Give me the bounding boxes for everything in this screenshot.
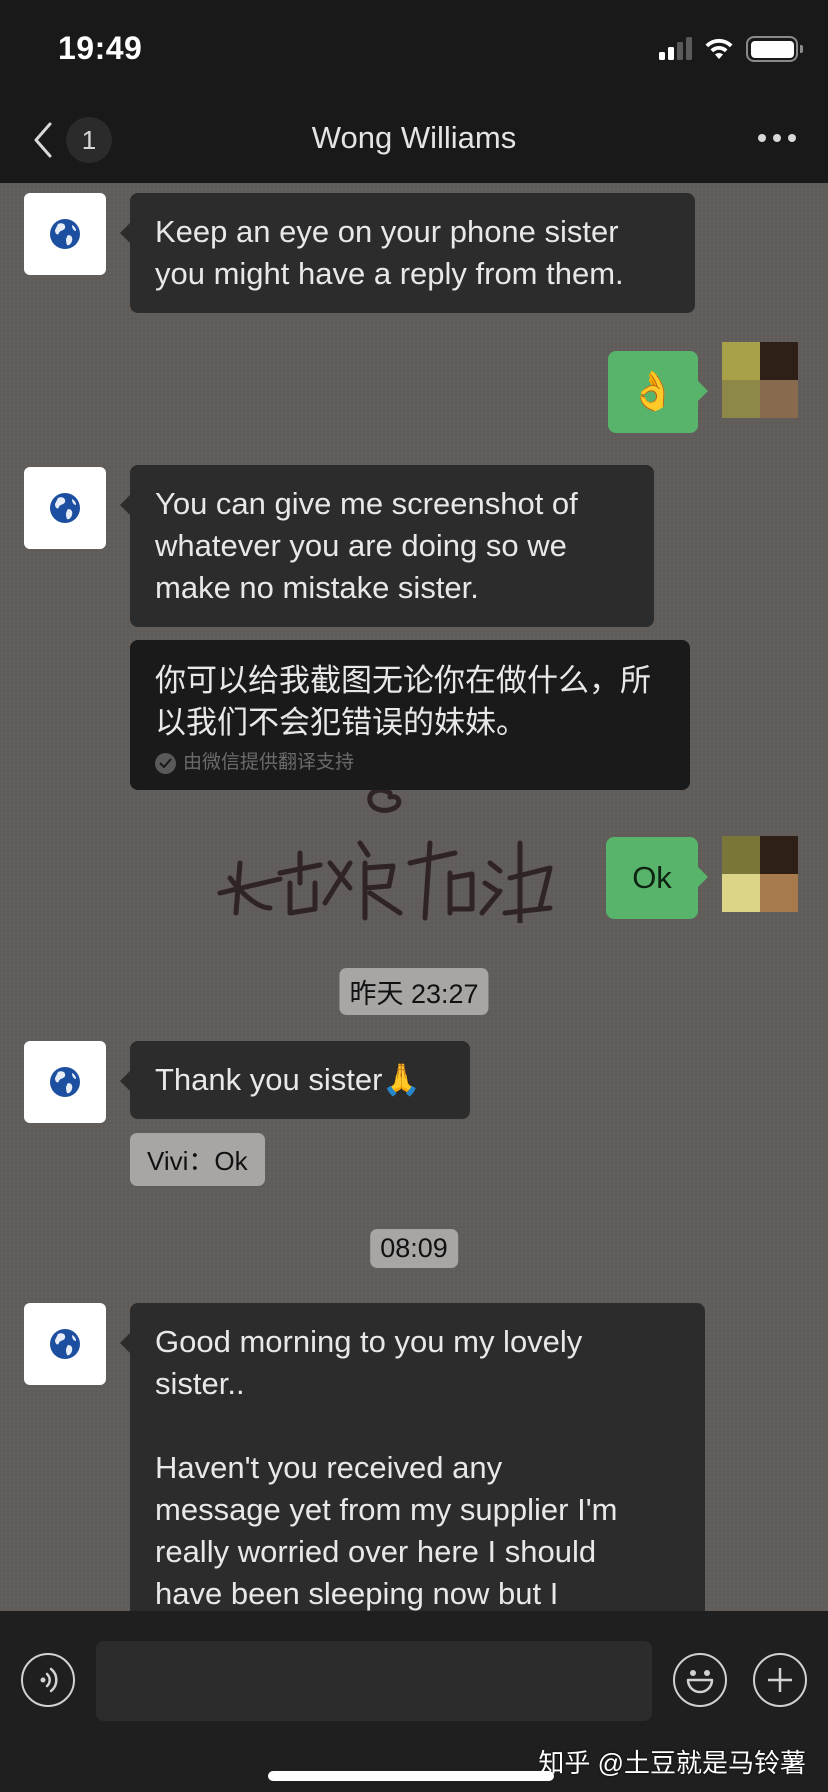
translation-text: 你可以给我截图无论你在做什么，所以我们不会犯错误的妹妹。	[155, 663, 651, 740]
chat-header: 1 Wong Williams	[0, 100, 828, 183]
chat-title: Wong Williams	[311, 120, 517, 155]
cellular-signal-icon	[659, 37, 692, 60]
status-icons	[659, 36, 803, 62]
message-bubble[interactable]: Keep an eye on your phone sister you mig…	[120, 193, 695, 313]
globe-icon	[50, 219, 80, 249]
message-text: Keep an eye on your phone sister you mig…	[155, 214, 624, 291]
message-line: Good morning to you my lovely	[155, 1324, 583, 1359]
plus-circle-icon	[768, 1668, 792, 1692]
message-line	[155, 1405, 681, 1447]
status-bar: 19:49	[0, 0, 828, 100]
status-time: 19:49	[58, 30, 143, 66]
emoji-face-icon	[686, 1670, 714, 1694]
voice-input-button[interactable]	[21, 1653, 75, 1707]
watermark: 知乎 @土豆就是马铃薯	[538, 1748, 806, 1778]
timestamp: 昨天 23:27	[339, 968, 489, 1015]
my-avatar[interactable]	[722, 342, 798, 418]
message-text: You can give me screenshot of whatever y…	[155, 486, 578, 605]
quoted-reply[interactable]: Vivi：Ok	[130, 1133, 265, 1186]
contact-avatar[interactable]	[24, 193, 106, 275]
translation-credit-text: 由微信提供翻译支持	[183, 752, 355, 773]
message-line: really worried over here I should	[155, 1534, 597, 1569]
input-bar: 知乎 @土豆就是马铃薯	[0, 1611, 828, 1792]
emoji-button[interactable]	[673, 1653, 727, 1707]
outgoing-message-bubble[interactable]: 👌	[608, 351, 708, 433]
wifi-icon	[705, 38, 733, 59]
contact-avatar[interactable]	[24, 1303, 106, 1385]
battery-icon	[746, 36, 803, 62]
handwriting-overlay	[217, 787, 553, 923]
contact-avatar[interactable]	[24, 467, 106, 549]
message-line: have been sleeping now but I	[155, 1576, 559, 1611]
message-text: Ok	[632, 860, 672, 895]
more-dots-icon	[758, 134, 766, 142]
message-line: sister..	[155, 1366, 245, 1401]
message-bubble[interactable]: Good morning to you my lovely sister.. H…	[120, 1303, 705, 1611]
timestamp: 08:09	[370, 1229, 458, 1268]
message-input[interactable]	[96, 1641, 652, 1721]
globe-icon	[50, 1067, 80, 1097]
home-indicator[interactable]	[268, 1771, 554, 1781]
voice-icon	[40, 1667, 58, 1693]
globe-icon	[50, 493, 80, 523]
outgoing-message-bubble[interactable]: Ok	[606, 837, 708, 919]
message-bubble[interactable]: Thank you sister🙏	[120, 1041, 470, 1119]
more-actions-button[interactable]	[753, 1653, 807, 1707]
ok-hand-emoji: 👌	[629, 371, 677, 413]
translation-credit: 由微信提供翻译支持	[155, 750, 666, 776]
check-circle-icon	[155, 752, 176, 774]
contact-avatar[interactable]	[24, 1041, 106, 1123]
translation-bubble[interactable]: 你可以给我截图无论你在做什么，所以我们不会犯错误的妹妹。 由微信提供翻译支持	[130, 640, 690, 790]
message-text: Thank you sister🙏	[155, 1062, 422, 1097]
message-list[interactable]: Keep an eye on your phone sister you mig…	[0, 183, 828, 1611]
globe-icon	[50, 1329, 80, 1359]
my-avatar[interactable]	[722, 836, 798, 912]
message-bubble[interactable]: You can give me screenshot of whatever y…	[120, 465, 654, 627]
more-options-button[interactable]	[758, 126, 796, 150]
message-line: message yet from my supplier I'm	[155, 1492, 618, 1527]
message-line: Haven't you received any	[155, 1450, 503, 1485]
